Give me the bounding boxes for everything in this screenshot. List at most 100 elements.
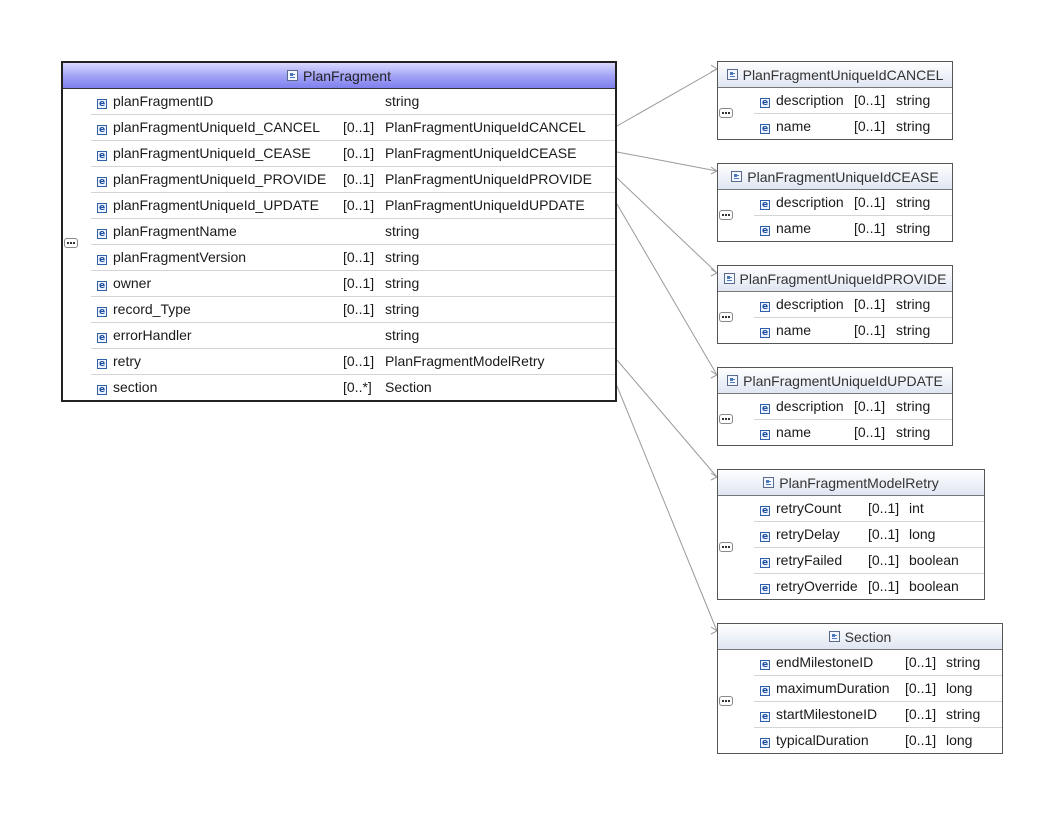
cardinality: [0..1]	[343, 249, 375, 265]
complex-type-icon	[723, 273, 735, 284]
type-reference-connector	[616, 385, 718, 632]
sequence-icon	[719, 414, 733, 424]
element-row[interactable]: e section [0..*] Section	[91, 375, 615, 401]
type-box-planfragmentuniqueidprovide[interactable]: PlanFragmentUniqueIdPROVIDE e description […	[717, 265, 953, 344]
element-name: planFragmentUniqueId_CANCEL	[113, 119, 320, 135]
element-row[interactable]: e name [0..1] string	[754, 114, 952, 140]
element-row[interactable]: e planFragmentUniqueId_UPDATE [0..1] PlanFr…	[91, 193, 615, 219]
element-name-cell: e planFragmentUniqueId_CANCEL	[97, 119, 320, 135]
element-name-cell: e name	[760, 424, 811, 440]
element-name: name	[776, 118, 812, 134]
cardinality: [0..1]	[343, 171, 375, 187]
type-box-section[interactable]: Section e endMilestoneID [0..1] string e maxim…	[717, 623, 1003, 754]
element-row[interactable]: e retryOverride [0..1] boolean	[754, 574, 984, 600]
element-row[interactable]: e name [0..1] string	[754, 318, 952, 344]
element-row[interactable]: e planFragmentVersion [0..1] string	[91, 245, 615, 271]
element-name: endMilestoneID	[776, 654, 874, 670]
type-box-planfragmentuniqueidcancel-title: PlanFragmentUniqueIdCANCEL	[742, 66, 944, 83]
element-type: string	[385, 93, 420, 109]
element-row[interactable]: e record_Type [0..1] string	[91, 297, 615, 323]
element-row[interactable]: e name [0..1] string	[754, 216, 952, 242]
type-box-section-title: Section	[844, 628, 892, 645]
complex-type-icon	[287, 70, 299, 81]
element-name: retryOverride	[776, 578, 858, 594]
element-name-cell: e maximumDuration	[760, 680, 890, 696]
cardinality: [0..1]	[854, 296, 886, 312]
element-icon: e	[97, 203, 107, 213]
element-icon: e	[97, 229, 107, 239]
element-name-cell: e name	[760, 220, 811, 236]
complex-type-icon	[727, 375, 739, 386]
type-box-planfragmentuniqueidcancel-header: PlanFragmentUniqueIdCANCEL	[718, 62, 952, 88]
element-row[interactable]: e retry [0..1] PlanFragmentModelRetry	[91, 349, 615, 375]
type-box-planfragmentuniqueidupdate[interactable]: PlanFragmentUniqueIdUPDATE e description [0…	[717, 367, 953, 446]
element-icon: e	[760, 302, 770, 312]
element-icon: e	[760, 98, 770, 108]
element-name: typicalDuration	[776, 732, 869, 748]
element-icon: e	[97, 177, 107, 187]
element-row[interactable]: e description [0..1] string	[754, 190, 952, 216]
element-row[interactable]: e owner [0..1] string	[91, 271, 615, 297]
element-type: boolean	[909, 578, 959, 594]
planfragment-type-box-title: PlanFragment	[303, 67, 391, 84]
type-box-planfragmentmodelretry-header: PlanFragmentModelRetry	[718, 470, 984, 496]
cardinality: [0..1]	[905, 654, 937, 670]
planfragment-type-box[interactable]: PlanFragment e planFragmentID string e planFr…	[61, 61, 617, 402]
type-box-planfragmentuniqueidprovide-title: PlanFragmentUniqueIdPROVIDE	[739, 270, 947, 287]
type-box-planfragmentuniqueidupdate-title: PlanFragmentUniqueIdUPDATE	[743, 372, 943, 389]
cardinality: [0..1]	[854, 92, 886, 108]
element-name: planFragmentUniqueId_PROVIDE	[113, 171, 327, 187]
element-name-cell: e retryFailed	[760, 552, 842, 568]
element-row[interactable]: e errorHandler string	[91, 323, 615, 349]
element-name-cell: e name	[760, 322, 811, 338]
cardinality: [0..1]	[868, 552, 900, 568]
element-type: string	[896, 220, 931, 236]
element-name-cell: e section	[97, 379, 157, 395]
element-name: name	[776, 322, 812, 338]
element-name-cell: e startMilestoneID	[760, 706, 877, 722]
cardinality: [0..1]	[868, 578, 900, 594]
element-row[interactable]: e retryCount [0..1] int	[754, 496, 984, 522]
type-box-planfragmentmodelretry[interactable]: PlanFragmentModelRetry e retryCount [0..1] i…	[717, 469, 985, 600]
complex-type-icon	[763, 477, 775, 488]
element-row[interactable]: e description [0..1] string	[754, 394, 952, 420]
type-box-planfragmentuniqueidupdate-header: PlanFragmentUniqueIdUPDATE	[718, 368, 952, 394]
element-name-cell: e typicalDuration	[760, 732, 869, 748]
element-name-cell: e description	[760, 398, 844, 414]
type-box-planfragmentuniqueidcancel[interactable]: PlanFragmentUniqueIdCANCEL e description [0…	[717, 61, 953, 140]
element-row[interactable]: e name [0..1] string	[754, 420, 952, 446]
element-name-cell: e retryOverride	[760, 578, 858, 594]
element-type: Section	[385, 379, 432, 395]
element-row[interactable]: e description [0..1] string	[754, 88, 952, 114]
element-row[interactable]: e description [0..1] string	[754, 292, 952, 318]
type-box-planfragmentuniqueidcease-title: PlanFragmentUniqueIdCEASE	[747, 168, 939, 185]
element-row[interactable]: e planFragmentID string	[91, 89, 615, 115]
element-name: name	[776, 220, 812, 236]
planfragment-type-box-header: PlanFragment	[63, 63, 615, 89]
element-type: string	[896, 398, 931, 414]
element-name: description	[776, 194, 844, 210]
element-row[interactable]: e startMilestoneID [0..1] string	[754, 702, 1002, 728]
cardinality: [0..1]	[905, 680, 937, 696]
element-row[interactable]: e typicalDuration [0..1] long	[754, 728, 1002, 754]
element-row[interactable]: e maximumDuration [0..1] long	[754, 676, 1002, 702]
element-name-cell: e planFragmentUniqueId_CEASE	[97, 145, 311, 161]
element-row[interactable]: e planFragmentUniqueId_CANCEL [0..1] PlanFr…	[91, 115, 615, 141]
element-row[interactable]: e planFragmentUniqueId_CEASE [0..1] PlanFra…	[91, 141, 615, 167]
element-row[interactable]: e retryDelay [0..1] long	[754, 522, 984, 548]
type-reference-connector	[616, 68, 718, 127]
type-box-planfragmentuniqueidcease[interactable]: PlanFragmentUniqueIdCEASE e description [0.…	[717, 163, 953, 242]
element-row[interactable]: e planFragmentName string	[91, 219, 615, 245]
element-icon: e	[760, 506, 770, 516]
element-name: description	[776, 92, 844, 108]
element-icon: e	[760, 226, 770, 236]
element-type: string	[896, 322, 931, 338]
element-name: planFragmentUniqueId_UPDATE	[113, 197, 319, 213]
element-row[interactable]: e endMilestoneID [0..1] string	[754, 650, 1002, 676]
type-reference-connector	[616, 359, 718, 478]
element-row[interactable]: e retryFailed [0..1] boolean	[754, 548, 984, 574]
element-icon: e	[97, 307, 107, 317]
element-row[interactable]: e planFragmentUniqueId_PROVIDE [0..1] PlanF…	[91, 167, 615, 193]
element-icon: e	[760, 660, 770, 670]
complex-type-icon	[828, 631, 840, 642]
